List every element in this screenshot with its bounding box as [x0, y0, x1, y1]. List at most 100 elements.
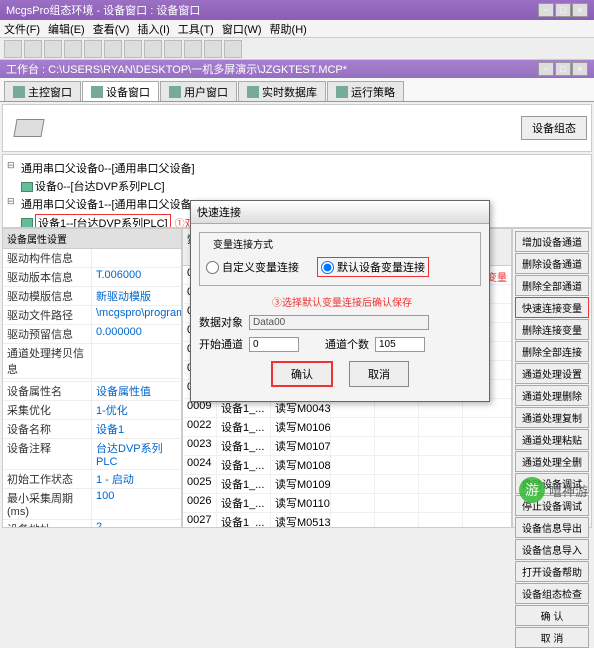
cell-name: 读写M0107	[271, 437, 331, 455]
menu-window[interactable]: 窗口(W)	[222, 21, 262, 36]
data-obj-input[interactable]	[249, 315, 429, 330]
fieldset-legend: 变量连接方式	[210, 236, 276, 251]
tab-realtime-db[interactable]: 实时数据库	[238, 81, 326, 101]
prop-row[interactable]: 驱动预留信息0.000000	[3, 325, 181, 344]
menu-insert[interactable]: 插入(I)	[137, 21, 169, 36]
quick-connect-dialog: 快速连接 变量连接方式 自定义变量连接 默认设备变量连接 ③选择默认变量连接后确…	[190, 200, 490, 402]
prop-row[interactable]: 设备属性名设备属性值	[3, 382, 181, 401]
menu-edit[interactable]: 编辑(E)	[48, 21, 85, 36]
prop-row[interactable]: 设备注释台达DVP系列PLC	[3, 439, 181, 470]
toolbar-button[interactable]	[224, 40, 242, 58]
prop-key: 设备注释	[3, 439, 92, 469]
ch-count-input[interactable]	[375, 337, 425, 352]
toolbar-button[interactable]	[144, 40, 162, 58]
tab-run-strategy[interactable]: 运行策略	[327, 81, 404, 101]
toolbar-button[interactable]	[44, 40, 62, 58]
cell-index: 0026	[183, 494, 217, 512]
workspace-titlebar: 工作台 : C:\USERS\RYAN\DESKTOP\一机多屏演示\JZGKT…	[0, 60, 594, 78]
toolbar-button[interactable]	[164, 40, 182, 58]
minimize-button[interactable]: −	[538, 3, 554, 17]
prop-value: T.006000	[92, 268, 181, 286]
toolbar-button[interactable]	[184, 40, 202, 58]
tree-node[interactable]: 通用串口父设备0--[通用串口父设备]	[7, 159, 587, 177]
cell	[375, 494, 419, 512]
toolbar-button[interactable]	[24, 40, 42, 58]
start-ch-input[interactable]	[249, 337, 299, 352]
property-grid[interactable]: 设备属性设置 驱动构件信息驱动版本信息T.006000驱动模版信息新驱动模版驱动…	[2, 228, 182, 528]
prop-row[interactable]: 设备名称设备1	[3, 420, 181, 439]
close-button[interactable]: ×	[572, 62, 588, 76]
prop-key: 驱动模版信息	[3, 287, 92, 305]
prop-row[interactable]: 初始工作状态1 - 启动	[3, 470, 181, 489]
side-button[interactable]: 通道处理全删	[515, 451, 589, 472]
menu-help[interactable]: 帮助(H)	[270, 21, 307, 36]
cancel-button[interactable]: 取消	[349, 361, 409, 387]
prop-row[interactable]: 最小采集周期(ms)100	[3, 489, 181, 520]
toolbar-button[interactable]	[104, 40, 122, 58]
maximize-button[interactable]: □	[555, 62, 571, 76]
tab-main-window[interactable]: 主控窗口	[4, 81, 81, 101]
side-button[interactable]: 取 消	[515, 627, 589, 648]
prop-row[interactable]: 驱动文件路径\mcgspro\program\drivers\plc\	[3, 306, 181, 325]
tree-leaf[interactable]: 设备0--[台达DVP系列PLC]	[7, 177, 587, 195]
side-button[interactable]: 删除连接变量	[515, 319, 589, 340]
side-button[interactable]: 通道处理复制	[515, 407, 589, 428]
grid-row[interactable]: 0026设备1_...读写M0110	[183, 494, 511, 513]
side-button[interactable]: 通道处理删除	[515, 385, 589, 406]
annotation-3: ③选择默认变量连接后确认保存	[203, 292, 481, 311]
side-button[interactable]: 删除全部通道	[515, 275, 589, 296]
grid-row[interactable]: 0023设备1_...读写M0107	[183, 437, 511, 456]
radio-input[interactable]	[206, 261, 219, 274]
prop-key: 驱动版本信息	[3, 268, 92, 286]
side-button[interactable]: 设备组态检查	[515, 583, 589, 604]
side-button[interactable]: 通道处理粘贴	[515, 429, 589, 450]
prop-row[interactable]: 设备地址2	[3, 520, 181, 528]
prop-row[interactable]: 通道处理拷贝信息	[3, 344, 181, 379]
device-config-button[interactable]: 设备组态	[521, 116, 587, 140]
side-button[interactable]: 设备信息导入	[515, 539, 589, 560]
radio-input[interactable]	[321, 261, 334, 274]
cell	[375, 475, 419, 493]
menu-view[interactable]: 查看(V)	[93, 21, 130, 36]
prop-row[interactable]: 驱动版本信息T.006000	[3, 268, 181, 287]
side-button[interactable]: 设备信息导出	[515, 517, 589, 538]
cell-index: 0025	[183, 475, 217, 493]
toolbar-button[interactable]	[4, 40, 22, 58]
side-button[interactable]: 删除全部连接	[515, 341, 589, 362]
ok-button[interactable]: 确认	[271, 361, 333, 387]
menu-file[interactable]: 文件(F)	[4, 21, 40, 36]
toolbar-button[interactable]	[124, 40, 142, 58]
tab-device-window[interactable]: 设备窗口	[82, 81, 159, 101]
cell	[419, 418, 463, 436]
side-button[interactable]: 通道处理设置	[515, 363, 589, 384]
cell-index: 0023	[183, 437, 217, 455]
cell	[375, 513, 419, 528]
grid-row[interactable]: 0025设备1_...读写M0109	[183, 475, 511, 494]
side-button[interactable]: 打开设备帮助	[515, 561, 589, 582]
menu-tools[interactable]: 工具(T)	[178, 21, 214, 36]
tab-user-window[interactable]: 用户窗口	[160, 81, 237, 101]
side-button[interactable]: 快速连接变量	[515, 297, 589, 318]
grid-row[interactable]: 0024设备1_...读写M0108	[183, 456, 511, 475]
grid-row[interactable]: 0022设备1_...读写M0106	[183, 418, 511, 437]
close-button[interactable]: ×	[572, 3, 588, 17]
toolbar-button[interactable]	[84, 40, 102, 58]
cell	[419, 437, 463, 455]
grid-row[interactable]: 0027设备1_...读写M0513	[183, 513, 511, 528]
side-button[interactable]: 删除设备通道	[515, 253, 589, 274]
prop-row[interactable]: 采集优化1-优化	[3, 401, 181, 420]
maximize-button[interactable]: □	[555, 3, 571, 17]
minimize-button[interactable]: −	[538, 62, 554, 76]
prop-key: 设备地址	[3, 520, 92, 528]
child-window-controls: − □ ×	[538, 62, 588, 76]
toolbar-button[interactable]	[64, 40, 82, 58]
radio-default[interactable]: 默认设备变量连接	[317, 257, 429, 277]
cell-name: 读写M0108	[271, 456, 331, 474]
side-button[interactable]: 确 认	[515, 605, 589, 626]
toolbar-button[interactable]	[204, 40, 222, 58]
radio-custom[interactable]: 自定义变量连接	[206, 257, 299, 277]
cell	[331, 494, 375, 512]
side-button[interactable]: 增加设备通道	[515, 231, 589, 252]
prop-row[interactable]: 驱动构件信息	[3, 249, 181, 268]
prop-row[interactable]: 驱动模版信息新驱动模版	[3, 287, 181, 306]
